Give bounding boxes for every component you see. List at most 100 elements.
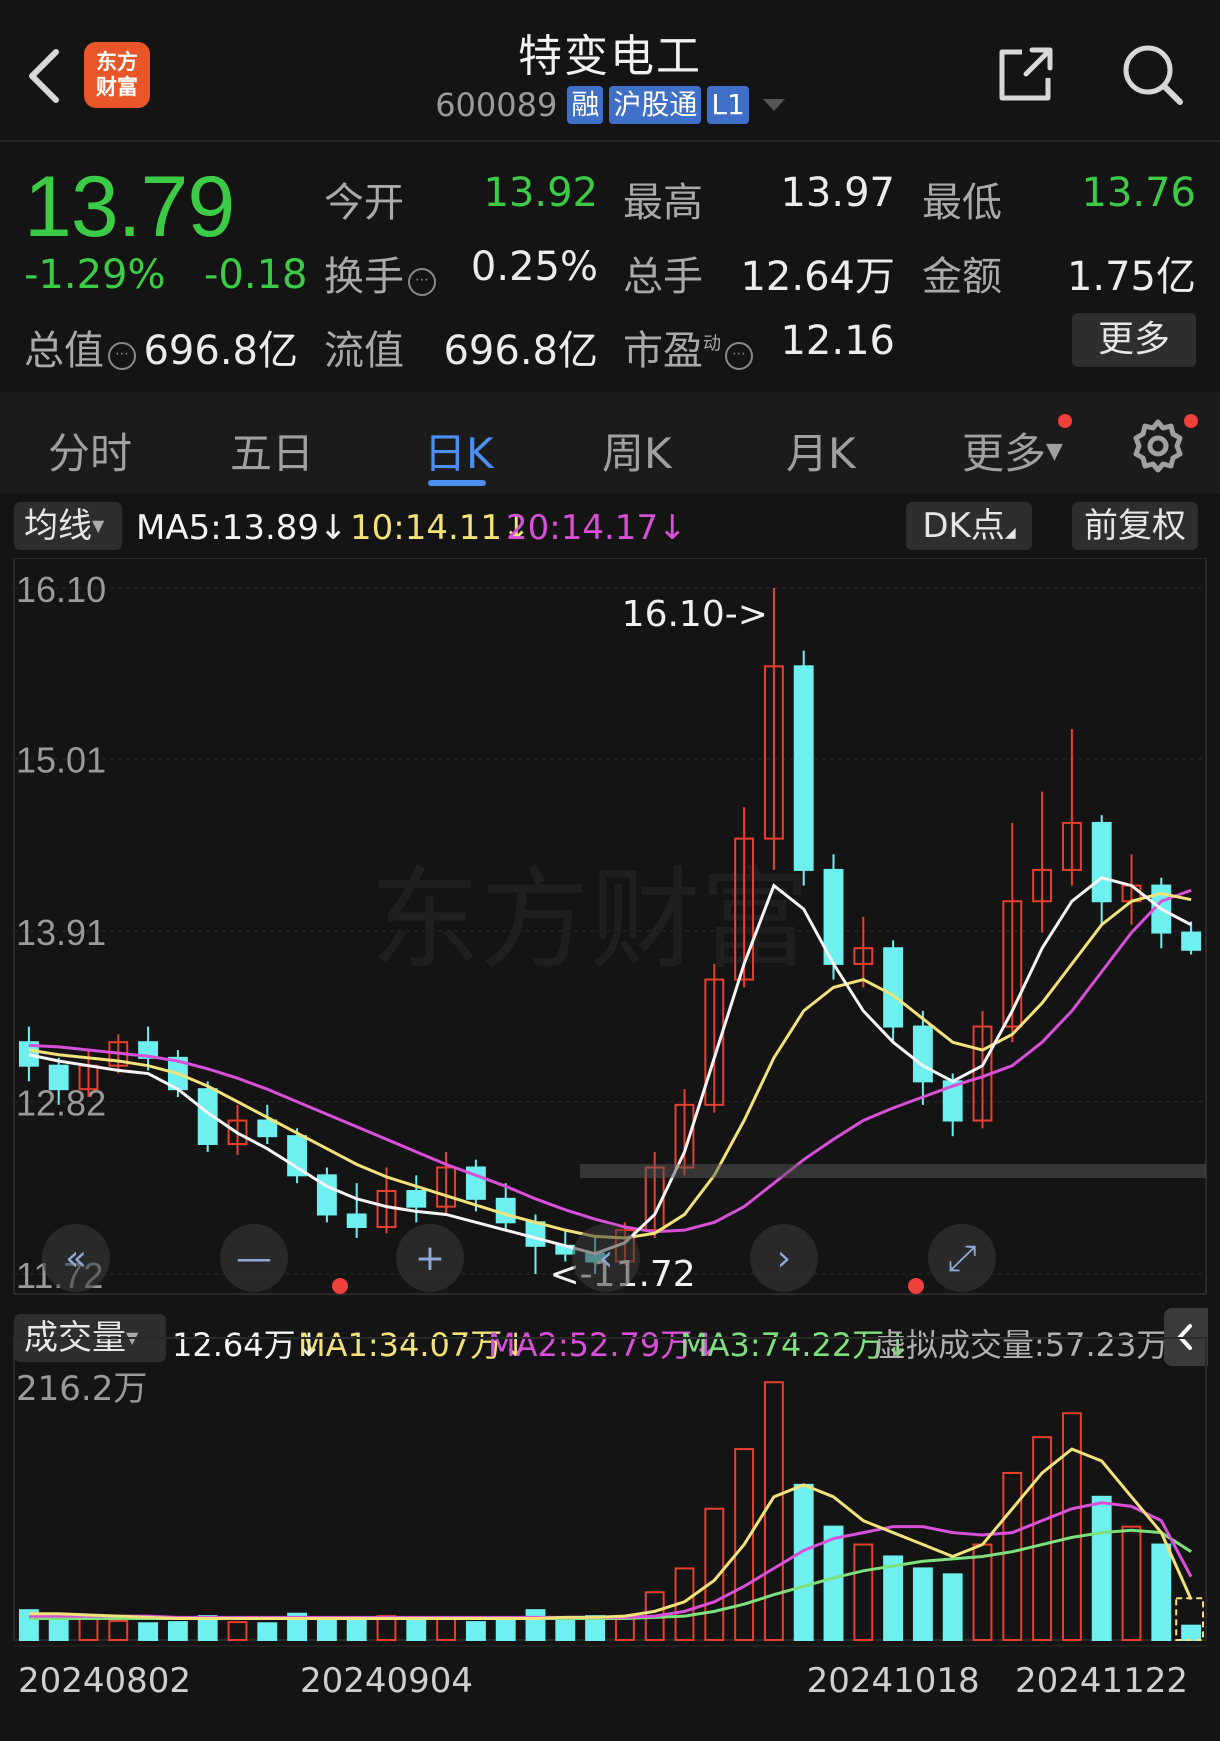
x-date-label: 20241122 <box>1015 1661 1188 1701</box>
candle-down <box>48 1064 69 1091</box>
dk-point-button[interactable]: DK点◢ <box>906 502 1032 550</box>
zoom-out-button[interactable]: — <box>220 1224 288 1292</box>
tab-intraday[interactable]: 分时 <box>48 420 132 481</box>
badge-connect: 沪股通 <box>609 86 702 124</box>
caret-down-icon: ▼ <box>92 516 105 535</box>
tab-five-day[interactable]: 五日 <box>230 420 314 481</box>
kline-chart[interactable]: 16.1015.0113.9112.8211.72 东方财富 16.10-><-… <box>0 558 1220 1741</box>
candle-down <box>287 1135 308 1177</box>
volume-bar-down <box>883 1555 904 1642</box>
notification-dot <box>1184 414 1198 428</box>
dk-point-label: DK点 <box>922 506 1005 546</box>
volume-bar-down <box>942 1573 963 1642</box>
ma10-value: 10:14.11 <box>350 508 503 548</box>
volume-bar-down <box>555 1618 576 1642</box>
candle-down <box>525 1221 546 1247</box>
candle-down <box>793 665 814 871</box>
volume-bar-up <box>1061 1412 1082 1642</box>
amount-value: 1.75亿 <box>1066 254 1196 300</box>
fullscreen-button[interactable]: ⤢ <box>928 1224 996 1292</box>
price-panel-frame <box>13 558 1207 1641</box>
turnover-label-wrap: 换手 ⋯ <box>324 244 436 302</box>
candle-down <box>883 947 904 1028</box>
volume-bar-down <box>793 1483 814 1641</box>
low-value: 13.76 <box>1081 170 1196 216</box>
indicator-selector-label: 均线 <box>24 506 92 546</box>
pe-label: 市盈 <box>623 328 703 374</box>
high-value: 13.97 <box>780 170 895 216</box>
search-icon[interactable] <box>1118 40 1188 110</box>
volume-bar-down <box>465 1621 486 1641</box>
stock-code: 600089 <box>435 86 558 124</box>
control-icon: › <box>777 1238 791 1279</box>
amount-label: 金额 <box>922 254 1002 300</box>
volume-bar-up <box>763 1381 784 1641</box>
indicator-selector[interactable]: 均线▼ <box>14 502 122 550</box>
candle-down <box>1181 931 1202 951</box>
volume-bar-down <box>823 1525 844 1642</box>
candle-down <box>406 1189 427 1208</box>
candle-down <box>257 1119 278 1138</box>
volume-bar-up <box>436 1617 457 1642</box>
tab-daily-k[interactable]: 日K <box>424 420 494 481</box>
volume-bar-up <box>108 1619 129 1642</box>
float-cap-label: 流值 <box>324 328 404 374</box>
scroll-start-button[interactable]: « <box>42 1224 110 1292</box>
turnover-label: 换手 <box>324 254 404 300</box>
vol-ma3-line <box>28 1528 1192 1621</box>
corner-triangle-icon: ◢ <box>1004 525 1016 541</box>
x-axis-labels: 20240802 20240904 20241018 20241122 <box>14 1645 1206 1701</box>
volume-bar-down <box>316 1616 337 1641</box>
volume-bar-up <box>1002 1471 1023 1642</box>
pe-value: 12.16 <box>780 318 895 364</box>
price-tick-label: 16.10 <box>16 569 106 610</box>
vol-ma2-line <box>28 1501 1193 1619</box>
tab-monthly-k[interactable]: 月K <box>786 420 856 481</box>
volume-bar-down <box>257 1622 278 1641</box>
tab-more[interactable]: 更多▼ <box>962 420 1063 481</box>
volume-max-label: 216.2万 <box>16 1369 147 1409</box>
volume-bar-down <box>167 1621 188 1641</box>
price-tick-label: 15.01 <box>16 740 106 781</box>
caret-down-icon: ▼ <box>1046 439 1063 464</box>
ma5-readout: MA5:13.89↓ <box>136 508 348 548</box>
high-label: 最高 <box>623 180 703 226</box>
volume-panel: 216.2万 <box>16 1369 1205 1642</box>
x-date-label: 20240802 <box>18 1661 191 1701</box>
notification-dot <box>1058 414 1072 428</box>
ma20-readout: 20:14.17↓ <box>506 508 687 548</box>
volume-bar-down <box>346 1617 367 1642</box>
settings-gear-icon[interactable] <box>1130 418 1186 474</box>
volume-bar-down <box>912 1567 933 1642</box>
pe-label-wrap: 市盈动 ⋯ <box>623 318 753 376</box>
last-price: 13.79 <box>24 159 235 255</box>
active-tab-indicator <box>428 480 486 486</box>
ma5-value: MA5:13.89 <box>136 508 320 548</box>
ma20-value: 20:14.17 <box>506 508 659 548</box>
adjust-button[interactable]: 前复权 <box>1072 502 1198 550</box>
zoom-in-button[interactable]: + <box>396 1224 464 1292</box>
open-label: 今开 <box>324 180 404 226</box>
step-back-button[interactable]: ‹ <box>572 1224 640 1292</box>
info-icon[interactable]: ⋯ <box>408 268 436 296</box>
arrow-down-icon: ↓ <box>658 508 687 548</box>
step-forward-button[interactable]: › <box>750 1224 818 1292</box>
low-label: 最低 <box>922 180 1002 226</box>
caret-down-icon[interactable] <box>762 99 785 111</box>
change-amount: -0.18 <box>204 252 308 298</box>
support-band <box>580 1164 1206 1178</box>
marker-dot <box>332 1278 348 1294</box>
market-cap-label: 总值 <box>24 328 104 374</box>
tab-weekly-k[interactable]: 周K <box>602 420 672 481</box>
volume-label: 总手 <box>623 254 703 300</box>
market-cap-value: 696.8亿 <box>143 328 298 374</box>
volume-bar-down <box>1181 1624 1202 1642</box>
market-cap-label-wrap: 总值 ⋯ <box>24 318 136 376</box>
volume-bar-up <box>227 1621 248 1641</box>
control-icon: ⤢ <box>948 1238 977 1279</box>
candle-down <box>1091 821 1112 903</box>
more-quote-button[interactable]: 更多 <box>1072 313 1196 367</box>
x-date-label: 20241018 <box>807 1661 980 1701</box>
share-icon[interactable] <box>996 44 1056 104</box>
info-icon[interactable]: ⋯ <box>108 342 136 370</box>
